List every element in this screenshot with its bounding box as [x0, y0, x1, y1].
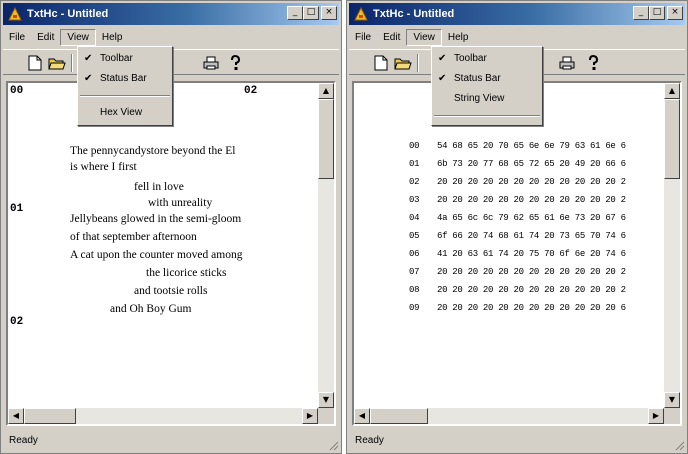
address-label: 02: [244, 85, 258, 97]
print-icon[interactable]: [201, 54, 221, 72]
scroll-left-arrow-icon[interactable]: ◀: [354, 408, 370, 424]
scroll-up-arrow-icon[interactable]: ▲: [664, 83, 680, 99]
scroll-corner: [318, 408, 334, 424]
app-logo-icon: [7, 6, 23, 22]
view-menu-dropdown: ✔ Toolbar ✔ Status Bar Hex View: [77, 46, 173, 126]
text-line: and Oh Boy Gum: [110, 303, 192, 315]
title-bar[interactable]: TxtHc - Untitled _ □ ×: [3, 3, 339, 25]
menu-bar: File Edit View Help: [3, 28, 339, 46]
hex-row: 07 20 20 20 20 20 20 20 20 20 20 20 20 2: [409, 267, 626, 277]
scroll-corner: [664, 408, 680, 424]
hex-row: 05 6f 66 20 74 68 61 74 20 73 65 70 74 6: [409, 231, 626, 241]
print-icon[interactable]: [557, 54, 577, 72]
address-label: 01: [10, 203, 24, 215]
menu-separator: [434, 115, 540, 117]
hex-row: 09 20 20 20 20 20 20 20 20 20 20 20 20 6: [409, 303, 626, 313]
menu-bar: File Edit View Help: [349, 28, 685, 46]
menu-help[interactable]: Help: [96, 29, 129, 46]
text-line: A cat upon the counter moved among: [70, 249, 243, 261]
text-line: the licorice sticks: [146, 267, 227, 279]
resize-grip-icon[interactable]: [673, 439, 685, 451]
open-folder-icon[interactable]: [393, 54, 413, 72]
scroll-thumb[interactable]: [664, 99, 680, 179]
maximize-button[interactable]: □: [649, 6, 665, 20]
menu-separator: [80, 95, 170, 97]
maximize-button[interactable]: □: [303, 6, 319, 20]
vertical-scrollbar[interactable]: ▲ ▼: [318, 83, 334, 408]
close-button[interactable]: ×: [667, 6, 683, 20]
menu-file[interactable]: File: [349, 29, 377, 46]
close-button[interactable]: ×: [321, 6, 337, 20]
address-label: 00: [10, 85, 24, 97]
scroll-thumb[interactable]: [370, 408, 428, 424]
view-menu-dropdown: ✔ Toolbar ✔ Status Bar String View: [431, 46, 543, 126]
menu-item-string-view[interactable]: String View: [432, 89, 542, 109]
scroll-right-arrow-icon[interactable]: ▶: [302, 408, 318, 424]
menu-view[interactable]: View: [60, 28, 96, 46]
title-bar[interactable]: TxtHc - Untitled _ □ ×: [349, 3, 685, 25]
scroll-left-arrow-icon[interactable]: ◀: [8, 408, 24, 424]
text-line: fell in love: [134, 181, 184, 193]
toolbar-separator: [71, 54, 73, 72]
address-label: 02: [10, 316, 24, 328]
new-file-icon[interactable]: [371, 54, 391, 72]
text-line: is where I first: [70, 161, 137, 173]
hex-row: 01 6b 73 20 77 68 65 72 65 20 49 20 66 6: [409, 159, 626, 169]
text-line: with unreality: [148, 197, 213, 209]
app-logo-icon: [353, 6, 369, 22]
hex-row: 02 20 20 20 20 20 20 20 20 20 20 20 20 2: [409, 177, 626, 187]
hex-row: 00 54 68 65 20 70 65 6e 6e 79 63 61 6e 6: [409, 141, 626, 151]
minimize-button[interactable]: _: [287, 6, 303, 20]
menu-item-hex-view[interactable]: Hex View: [78, 103, 172, 123]
menu-item-toolbar[interactable]: ✔ Toolbar: [432, 49, 542, 69]
menu-help[interactable]: Help: [442, 29, 475, 46]
horizontal-scrollbar[interactable]: ◀ ▶: [354, 408, 664, 424]
text-line: The pennycandystore beyond the El: [70, 145, 236, 157]
minimize-button[interactable]: _: [633, 6, 649, 20]
toolbar-separator: [417, 54, 419, 72]
status-bar: Ready: [3, 432, 339, 450]
text-line: of that september afternoon: [70, 231, 197, 243]
menu-file[interactable]: File: [3, 29, 31, 46]
hex-row: 03 20 20 20 20 20 20 20 20 20 20 20 20 2: [409, 195, 626, 205]
scroll-right-arrow-icon[interactable]: ▶: [648, 408, 664, 424]
scroll-up-arrow-icon[interactable]: ▲: [318, 83, 334, 99]
text-line: Jellybeans glowed in the semi-gloom: [70, 213, 242, 225]
menu-edit[interactable]: Edit: [377, 29, 406, 46]
hex-row: 08 20 20 20 20 20 20 20 20 20 20 20 20 2: [409, 285, 626, 295]
app-window-text-view: TxtHc - Untitled _ □ × File Edit View He…: [0, 0, 342, 454]
horizontal-scrollbar[interactable]: ◀ ▶: [8, 408, 318, 424]
window-title: TxtHc - Untitled: [27, 8, 109, 20]
app-window-hex-view: TxtHc - Untitled _ □ × File Edit View He…: [346, 0, 688, 454]
text-view-area[interactable]: 00 02 01 02 The pennycandystore beyond t…: [6, 81, 336, 426]
hex-row: 04 4a 65 6c 6c 79 62 65 61 6e 73 20 67 6: [409, 213, 626, 223]
hex-row: 06 41 20 63 61 74 20 75 70 6f 6e 20 74 6: [409, 249, 626, 259]
scroll-down-arrow-icon[interactable]: ▼: [318, 392, 334, 408]
open-folder-icon[interactable]: [47, 54, 67, 72]
status-text: Ready: [355, 435, 384, 446]
hex-view-area[interactable]: 00 54 68 65 20 70 65 6e 6e 79 63 61 6e 6 …: [352, 81, 682, 426]
menu-item-toolbar[interactable]: ✔ Toolbar: [78, 49, 172, 69]
vertical-scrollbar[interactable]: ▲ ▼: [664, 83, 680, 408]
text-line: and tootsie rolls: [134, 285, 208, 297]
resize-grip-icon[interactable]: [327, 439, 339, 451]
checkmark-icon: ✔: [84, 53, 93, 64]
help-icon[interactable]: [583, 54, 603, 72]
new-file-icon[interactable]: [25, 54, 45, 72]
scroll-thumb[interactable]: [24, 408, 76, 424]
checkmark-icon: ✔: [438, 53, 447, 64]
window-title: TxtHc - Untitled: [373, 8, 455, 20]
menu-edit[interactable]: Edit: [31, 29, 60, 46]
status-text: Ready: [9, 435, 38, 446]
menu-item-status-bar[interactable]: ✔ Status Bar: [432, 69, 542, 89]
help-icon[interactable]: [225, 54, 245, 72]
menu-view[interactable]: View: [406, 28, 442, 46]
scroll-thumb[interactable]: [318, 99, 334, 179]
menu-item-status-bar[interactable]: ✔ Status Bar: [78, 69, 172, 89]
status-bar: Ready: [349, 432, 685, 450]
checkmark-icon: ✔: [438, 73, 447, 84]
checkmark-icon: ✔: [84, 73, 93, 84]
scroll-down-arrow-icon[interactable]: ▼: [664, 392, 680, 408]
